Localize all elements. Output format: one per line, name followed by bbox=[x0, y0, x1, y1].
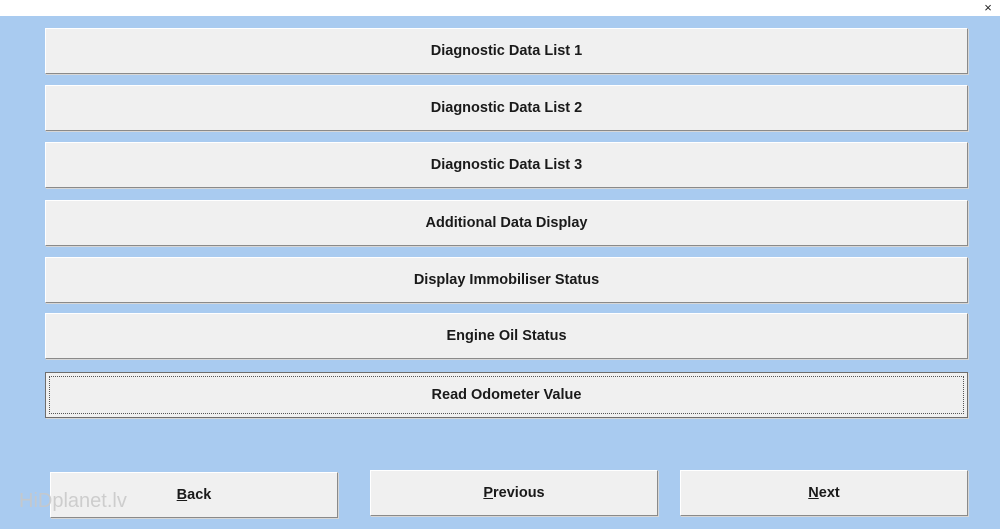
next-mnemonic: N bbox=[808, 485, 819, 501]
previous-mnemonic: P bbox=[483, 485, 494, 501]
previous-button[interactable]: Previous bbox=[370, 470, 658, 516]
previous-label: revious bbox=[493, 485, 545, 501]
diagnostic-data-list-1-button[interactable]: Diagnostic Data List 1 bbox=[45, 28, 968, 74]
back-mnemonic: B bbox=[176, 487, 188, 503]
close-icon[interactable]: × bbox=[976, 0, 1000, 16]
read-odometer-value-button[interactable]: Read Odometer Value bbox=[45, 372, 968, 418]
diagnostic-data-list-2-button[interactable]: Diagnostic Data List 2 bbox=[45, 85, 968, 131]
next-label: ext bbox=[818, 485, 840, 501]
engine-oil-status-button[interactable]: Engine Oil Status bbox=[45, 313, 968, 359]
next-button[interactable]: Next bbox=[680, 470, 968, 516]
additional-data-display-button[interactable]: Additional Data Display bbox=[45, 200, 968, 246]
display-immobiliser-status-button[interactable]: Display Immobiliser Status bbox=[45, 257, 968, 303]
back-label: ack bbox=[187, 487, 212, 503]
watermark: HiDplanet.lv bbox=[19, 490, 127, 512]
title-bar: × bbox=[0, 0, 1000, 16]
diagnostic-data-list-3-button[interactable]: Diagnostic Data List 3 bbox=[45, 142, 968, 188]
